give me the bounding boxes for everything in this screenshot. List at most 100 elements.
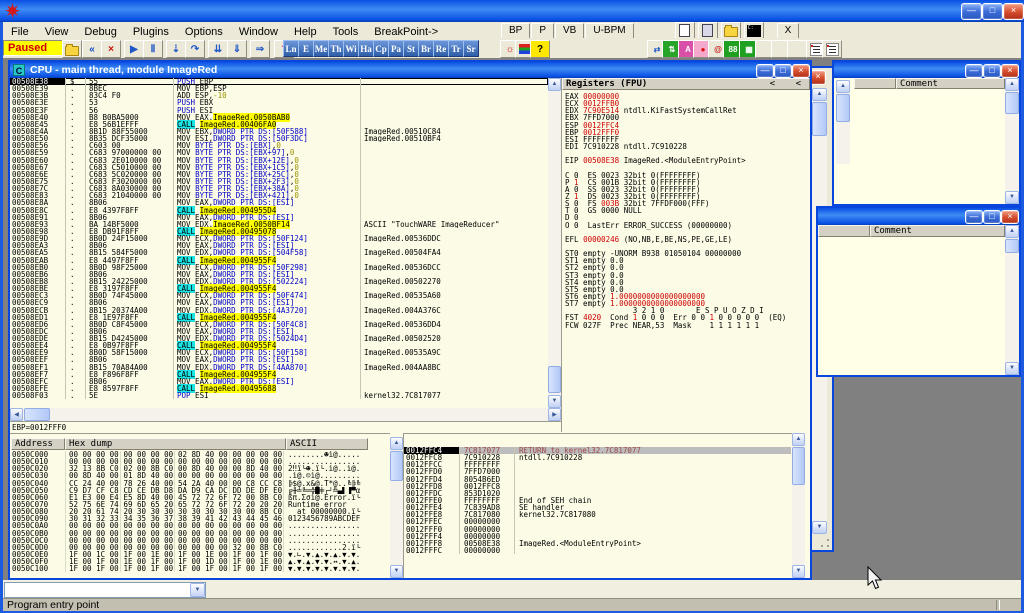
ascii-column-header[interactable]: ASCII (286, 438, 368, 450)
scroll-down-button[interactable]: ▼ (792, 565, 805, 578)
comment-window-1-scrollbar[interactable]: ▲▼ (1005, 78, 1019, 204)
hexdump-pane[interactable]: Address Hex dump ASCII 0050C00000 00 00 … (10, 433, 390, 579)
toolbar-pa-button[interactable]: Pa (388, 40, 404, 57)
document-icon-button[interactable] (675, 22, 695, 39)
scroll-up-button[interactable]: ▲ (390, 437, 403, 450)
comment-column-header[interactable]: Comment (870, 225, 1005, 237)
help-button[interactable]: ? (530, 40, 550, 58)
plugin-button-ubpm[interactable]: U-BPM (585, 23, 633, 39)
scroll-thumb[interactable] (836, 94, 850, 122)
scroll-down-button[interactable]: ▼ (812, 521, 827, 534)
maximize-button[interactable]: □ (983, 210, 1001, 224)
toolbar-e-button[interactable]: E (298, 40, 314, 57)
stack-row[interactable]: 0012FFF800508E38ImageRed.<ModuleEntryPoi… (404, 540, 791, 547)
restart-button[interactable]: « (82, 40, 102, 58)
stack-row[interactable]: 0012FFD07FFD7000 (404, 468, 791, 475)
maximize-button[interactable]: □ (982, 3, 1003, 20)
scroll-thumb[interactable] (1005, 92, 1019, 114)
scroll-thumb[interactable] (1005, 239, 1019, 253)
register-line[interactable]: EDI 7C910228 ntdll.7C910228 (565, 143, 808, 150)
close-button[interactable]: × (1001, 210, 1019, 224)
toolbar-br-button[interactable]: Br (418, 40, 434, 57)
scroll-left-button[interactable]: ◀ (10, 408, 23, 421)
scroll-thumb[interactable] (390, 451, 403, 481)
disasm-row[interactable]: 00508F03.5EPOP ESIkernel32.7C817077 (10, 392, 548, 399)
close-button[interactable]: × (1001, 64, 1019, 78)
main-titlebar[interactable]: —□× (0, 0, 1024, 22)
scroll-down-button[interactable]: ▼ (390, 565, 403, 578)
run-to-return-button[interactable]: ⇒ (250, 40, 270, 58)
close-button[interactable]: × (1003, 3, 1024, 20)
scroll-down-button[interactable]: ▼ (548, 395, 561, 408)
register-line[interactable]: FCW 027F Prec NEAR,53 Mask 1 1 1 1 1 1 (565, 322, 808, 329)
step-over-button[interactable]: ↷ (185, 40, 205, 58)
scroll-right-button[interactable]: ▶ (548, 408, 561, 421)
stack-row[interactable]: 0012FFFC00000000 (404, 547, 791, 554)
stack-row[interactable]: 0012FFF000000000 (404, 526, 791, 533)
resize-grip[interactable] (819, 537, 831, 549)
stack-scrollbar[interactable]: ▲▼ (792, 433, 805, 578)
scroll-up-button[interactable]: ▲ (548, 78, 561, 91)
toolbar-tr-button[interactable]: Tr (448, 40, 464, 57)
command-combobox[interactable]: ▼ (4, 582, 206, 598)
plugin-button-vb[interactable]: VB (555, 23, 584, 39)
column-header[interactable] (854, 78, 896, 89)
stack-row[interactable]: 0012FFEC00000000 (404, 518, 791, 525)
register-line[interactable]: EFL 00000246 (NO,NB,E,BE,NS,PE,GE,LE) (565, 236, 808, 243)
scroll-up-button[interactable]: ▲ (792, 433, 805, 446)
scroll-down-button[interactable]: ▼ (1005, 191, 1019, 204)
stack-row[interactable]: 0012FFE47C839AD8SE handler (404, 504, 791, 511)
stack-row[interactable]: 0012FFCCFFFFFFFF (404, 461, 791, 468)
animate-into-button[interactable]: ⇊ (208, 40, 228, 58)
blank-button[interactable] (787, 40, 807, 58)
folder-icon-button[interactable] (721, 22, 741, 39)
pane-collapse-icon[interactable]: < (770, 79, 775, 89)
command-input[interactable] (5, 583, 187, 597)
plugin-button-bp[interactable]: BP (501, 23, 530, 39)
combobox-dropdown-button[interactable]: ▼ (190, 583, 205, 597)
toolbar-sr-button[interactable]: Sr (463, 40, 479, 57)
stack-row[interactable]: 0012FFD80012FFC8 (404, 483, 791, 490)
close-program-button[interactable]: × (101, 40, 121, 58)
disasm-h-scrollbar[interactable]: ◀▶ (10, 408, 561, 421)
plugin-close-button[interactable]: X (777, 23, 800, 39)
address-column-header[interactable]: Address (11, 438, 65, 450)
hexdump-column-header[interactable]: Hex dump (65, 438, 286, 450)
minimize-button[interactable]: — (965, 210, 983, 224)
scroll-thumb[interactable] (24, 408, 50, 421)
toolbar-me-button[interactable]: Me (313, 40, 329, 57)
toolbar-re-button[interactable]: Re (433, 40, 449, 57)
toolbar-th-button[interactable]: Th (328, 40, 344, 57)
stack-row[interactable]: 0012FFDC853D1020 (404, 490, 791, 497)
stack-row[interactable]: 0012FFC47C817077RETURN to kernel32.7C817… (404, 447, 791, 454)
toolbar-ha-button[interactable]: Ha (358, 40, 374, 57)
comment-list-window-2[interactable]: —□× Comment ▲▼ (816, 206, 1021, 377)
stack-row[interactable]: 0012FFF400000000 (404, 533, 791, 540)
stack-row[interactable]: 0012FFD48054B6ED (404, 476, 791, 483)
toolbar-ln-button[interactable]: Ln (283, 40, 299, 57)
comment-list-window-1[interactable]: —□× Comment ▲▲▼ (832, 60, 1021, 206)
log-list-button[interactable] (822, 40, 842, 58)
minimize-button[interactable]: — (965, 64, 983, 78)
register-line[interactable]: EIP 00508E38 ImageRed.<ModuleEntryPoint> (565, 157, 808, 164)
maximize-button[interactable]: □ (774, 64, 792, 78)
close-button[interactable]: × (810, 70, 826, 85)
scroll-up-button[interactable]: ▲ (812, 88, 827, 101)
hexdump-scrollbar[interactable]: ▲▼ (390, 437, 403, 578)
hexdump-row[interactable]: 0050C1001F 00 1F 001F 00 1F 001F 00 1F 0… (10, 565, 390, 572)
scroll-up-button[interactable]: ▲ (836, 80, 850, 93)
step-into-button[interactable]: ⇣ (166, 40, 186, 58)
disassembly-pane[interactable]: 00508E38$55PUSH EBP00508E39.8BECMOV EBP,… (10, 78, 548, 408)
stack-row[interactable]: 0012FFE87C817080kernel32.7C817080 (404, 511, 791, 518)
toolbar-cp-button[interactable]: Cp (373, 40, 389, 57)
toolbar-st-button[interactable]: St (403, 40, 419, 57)
disasm-scrollbar[interactable]: ▲▼ (548, 78, 561, 408)
toolbar-wi-button[interactable]: Wi (343, 40, 359, 57)
scroll-thumb[interactable] (548, 366, 561, 393)
minimize-button[interactable]: — (756, 64, 774, 78)
comment-window-2-scrollbar[interactable]: ▲▼ (1005, 225, 1019, 375)
register-line[interactable]: O 0 LastErr ERROR_SUCCESS (00000000) (565, 222, 808, 229)
pane-collapse-icon[interactable]: < (796, 79, 801, 89)
scroll-up-button[interactable]: ▲ (1005, 225, 1019, 238)
registers-pane-header[interactable]: Registers (FPU) < < (562, 78, 810, 90)
